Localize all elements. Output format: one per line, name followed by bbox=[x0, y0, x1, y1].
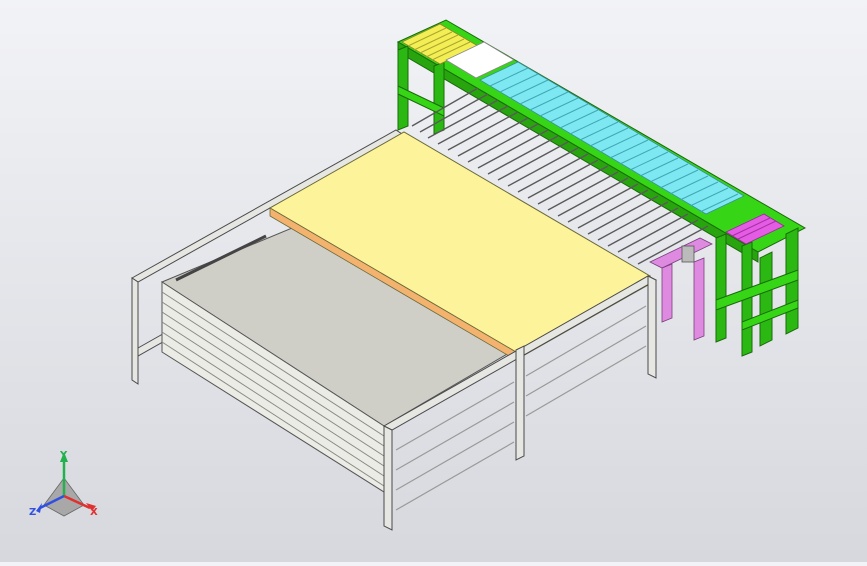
pink-support-stand bbox=[649, 237, 713, 341]
assembly-drawing: Y X Z bbox=[29, 19, 807, 531]
motor-unit bbox=[681, 245, 695, 263]
coordinate-triad: Y X Z bbox=[29, 450, 98, 518]
cad-viewport[interactable]: Y X Z bbox=[0, 0, 867, 562]
z-axis-label: Z bbox=[29, 507, 36, 518]
x-axis-label: X bbox=[90, 507, 98, 518]
y-axis-label: Y bbox=[59, 450, 68, 461]
